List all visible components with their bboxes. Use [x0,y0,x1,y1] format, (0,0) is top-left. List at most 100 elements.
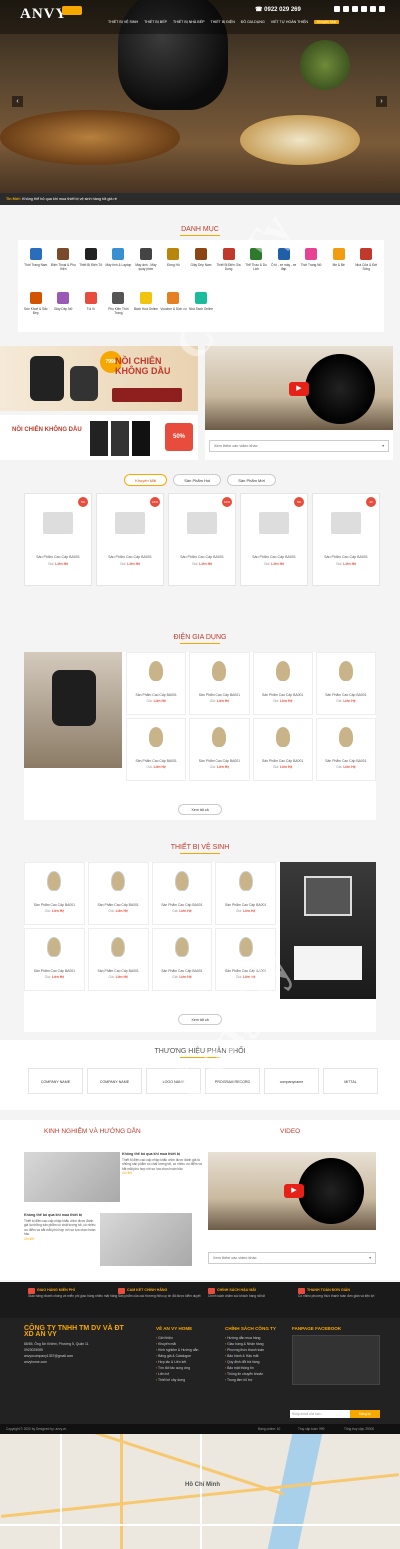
category-item[interactable]: Phụ Kiện Thời Trang [105,288,133,328]
product-image[interactable] [254,653,312,691]
category-item[interactable]: Thiết Bị Điện Gia Dụng [215,244,243,284]
product-card[interactable]: Sản Phẩm Cao Cấp BA001 Giá: Liên Hệ [151,862,213,925]
category-item[interactable]: Bách Hoá Online [132,288,160,328]
product-name[interactable]: Sản Phẩm Cao Cấp BA001 [25,903,84,907]
brand-logo[interactable]: LOGO NAME [146,1068,201,1094]
ticker-text[interactable]: Không thể bỏ qua khi mua thiết bị vệ sin… [22,197,117,201]
product-image[interactable] [25,929,84,967]
video-select[interactable]: Xem thêm các video khác [209,440,389,452]
product-name[interactable]: Sản Phẩm Cao Cấp BA001 [317,759,375,763]
tab-new[interactable]: Sản Phẩm Mới [227,474,276,486]
pinterest-icon[interactable] [370,6,376,12]
video-thumbnail[interactable]: ▶ [208,1152,376,1230]
product-image[interactable] [190,719,248,757]
product-name[interactable]: Sản Phẩm Cao Cấp BA001 [216,969,275,973]
product-name[interactable]: Sản Phẩm Cao Cấp BA001 [153,903,212,907]
product-name[interactable]: Sản Phẩm Cao Cấp BA001 [89,969,148,973]
facebook-icon[interactable] [334,6,340,12]
product-name[interactable]: Sản Phẩm Cao Cấp BA001 [190,693,248,697]
product-card[interactable]: 20 Sản Phẩm Cao Cấp BA001 Giá: Liên Hệ [312,493,380,586]
category-item[interactable]: Túi Ví [77,288,105,328]
product-name[interactable]: Sản Phẩm Cao Cấp BA001 [254,693,312,697]
play-icon[interactable]: ▶ [284,1184,304,1198]
instagram-icon[interactable] [379,6,385,12]
product-image[interactable] [190,653,248,691]
nav-item[interactable]: ĐỒ GIA DỤNG [241,20,265,24]
product-image[interactable] [89,863,148,901]
article-thumbnail[interactable] [100,1213,192,1266]
product-image[interactable] [254,719,312,757]
site-logo[interactable]: ANVY [20,6,67,23]
product-card[interactable]: 10% Sản Phẩm Cao Cấp BA001 Giá: Liên Hệ [168,493,236,586]
category-item[interactable]: Thiết Bị Điện Tử [77,244,105,284]
brand-logo[interactable]: companyname [264,1068,319,1094]
youtube-icon[interactable] [361,6,367,12]
article-title[interactable]: Không thể bỏ qua khi mua thiết bị [122,1152,204,1157]
product-name[interactable]: Sản Phẩm Cao Cấp BA001 [97,555,163,559]
category-item[interactable]: Thời Trang Nam [22,244,50,284]
product-image[interactable] [127,719,185,757]
product-name[interactable]: Sản Phẩm Cao Cấp BA001 [25,969,84,973]
newsletter-email-input[interactable]: Nhập email của bạn... [290,1410,350,1418]
category-item[interactable]: Máy ảnh - Máy quay phim [132,244,160,284]
category-item[interactable]: Ô tô - xe máy - xe đạp [270,244,298,284]
product-image[interactable] [89,929,148,967]
product-card[interactable]: 5% Sản Phẩm Cao Cấp BA001 Giá: Liên Hệ [24,493,92,586]
product-name[interactable]: Sản Phẩm Cao Cấp BA001 [153,969,212,973]
slider-prev-button[interactable]: ‹ [12,96,23,107]
footer-link[interactable]: Thiết kế xây dựng [156,1377,218,1383]
article-more-link[interactable]: Chi tiết [122,1171,132,1175]
product-card[interactable]: Sản Phẩm Cao Cấp BA001 Giá: Liên Hệ [189,652,250,715]
product-name[interactable]: Sản Phẩm Cao Cấp BA001 [216,903,275,907]
google-icon[interactable] [352,6,358,12]
product-image[interactable] [317,719,375,757]
product-name[interactable]: Sản Phẩm Cao Cấp BA001 [241,555,307,559]
product-card[interactable]: 5% Sản Phẩm Cao Cấp BA001 Giá: Liên Hệ [240,493,308,586]
nav-item[interactable]: VIẾT TỰ HOÀN THIỆN [271,20,308,24]
tab-promo[interactable]: Khuyến Mãi [124,474,168,486]
product-name[interactable]: Sản Phẩm Cao Cấp BA001 [313,555,379,559]
product-card[interactable]: Sản Phẩm Cao Cấp BA001 Giá: Liên Hệ [126,718,187,781]
category-item[interactable]: Đồng Hồ [160,244,188,284]
video-select[interactable]: Xem thêm các video khác [208,1252,376,1264]
product-image[interactable] [216,929,275,967]
view-all-button[interactable]: Xem tất cả [178,804,222,815]
brand-logo[interactable]: MITTAL [323,1068,378,1094]
category-item[interactable]: Thể Thao & Du Lịch [242,244,270,284]
location-map[interactable]: Hồ Chí Minh [0,1434,400,1549]
product-name[interactable]: Sản Phẩm Cao Cấp BA001 [254,759,312,763]
category-item[interactable]: Mẹ & Bé [325,244,353,284]
product-card[interactable]: Sản Phẩm Cao Cấp BA001 Giá: Liên Hệ [252,718,313,781]
product-name[interactable]: Sản Phẩm Cao Cấp BA001 [169,555,235,559]
fanpage-widget[interactable] [292,1335,380,1385]
nav-item[interactable]: THIẾT BỊ NHÀ BẾP [173,20,205,24]
product-image[interactable] [216,863,275,901]
product-card[interactable]: 15% Sản Phẩm Cao Cấp BA001 Giá: Liên Hệ [96,493,164,586]
nav-item-promo[interactable]: Khuyến Mại [313,20,339,24]
product-card[interactable]: Sản Phẩm Cao Cấp BA001 Giá: Liên Hệ [24,928,85,991]
slider-next-button[interactable]: › [376,96,387,107]
product-card[interactable]: Sản Phẩm Cao Cấp BA001 Giá: Liên Hệ [315,652,376,715]
newsletter-submit-button[interactable]: Đăng ký [350,1410,380,1418]
article-title[interactable]: Không thể bỏ qua khi mua thiết bị [24,1213,96,1218]
category-item[interactable]: Sức Khoẻ & Sắc Đẹp [22,288,50,328]
product-image[interactable] [127,653,185,691]
tab-hot[interactable]: Sản Phẩm Hot [173,474,222,486]
category-item[interactable]: Voucher & Dịch vụ [160,288,188,328]
nav-item[interactable]: THIẾT BỊ ĐIỆN [211,20,235,24]
category-item[interactable]: Giày Dép Nam [187,244,215,284]
footer-link[interactable]: Trung tâm hỗ trợ [225,1377,287,1383]
category-item[interactable]: Điện Thoại & Phụ Kiện [50,244,78,284]
product-card[interactable]: Sản Phẩm Cao Cấp BA001 Giá: Liên Hệ [215,928,276,991]
product-image[interactable] [153,863,212,901]
play-icon[interactable]: ▶ [289,382,309,396]
product-name[interactable]: Sản Phẩm Cao Cấp BA001 [127,759,185,763]
article-thumbnail[interactable] [24,1152,120,1202]
product-card[interactable]: Sản Phẩm Cao Cấp BA001 Giá: Liên Hệ [189,718,250,781]
product-card[interactable]: Sản Phẩm Cao Cấp BA001 Giá: Liên Hệ [87,928,149,991]
airfryer-banner-2[interactable]: NỒI CHIÊN KHÔNG DẦU 50% [0,415,198,460]
category-item[interactable]: Nhà Cửa & Đời Sống [352,244,380,284]
video-thumbnail[interactable]: ▶ [205,346,393,430]
company-website[interactable]: anvyhome.com [24,1359,124,1365]
appliance-hero-image[interactable] [24,652,122,768]
